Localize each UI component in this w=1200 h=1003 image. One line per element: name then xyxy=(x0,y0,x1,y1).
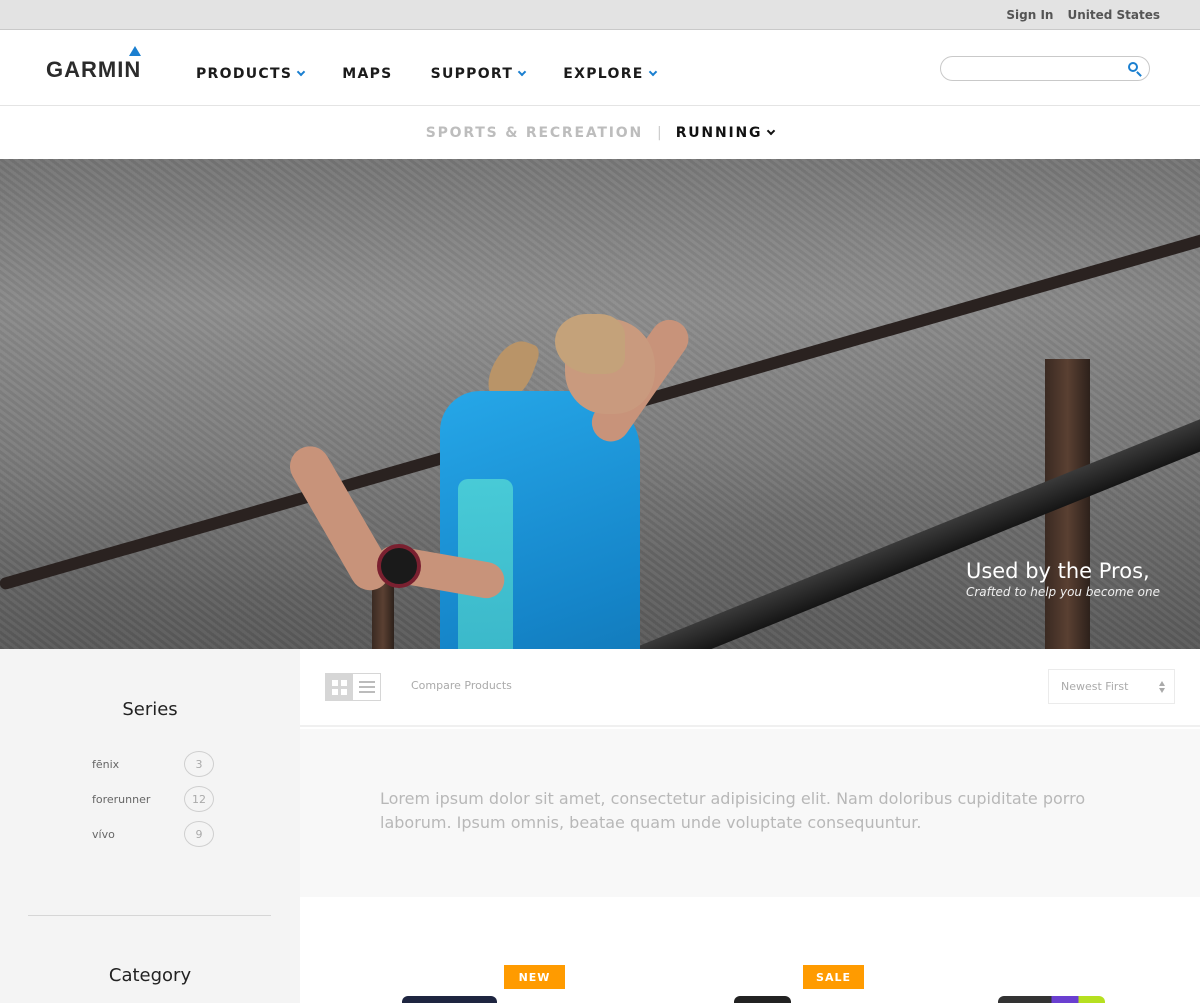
breadcrumb: SPORTS & RECREATION | RUNNING xyxy=(0,106,1200,159)
nav-products-label: PRODUCTS xyxy=(196,66,293,82)
hero-title: Used by the Pros, xyxy=(965,559,1150,583)
chevron-down-icon xyxy=(648,67,657,77)
search-icon[interactable] xyxy=(1128,62,1138,72)
series-heading: Series xyxy=(122,699,178,720)
filter-item-fenix[interactable]: fēnix 3 xyxy=(92,751,214,777)
product-image[interactable] xyxy=(998,996,1105,1003)
filter-label: vívo xyxy=(92,827,115,841)
breadcrumb-sports-recreation[interactable]: SPORTS & RECREATION xyxy=(426,125,643,141)
intro-section: Lorem ipsum dolor sit amet, consectetur … xyxy=(300,729,1200,897)
nav-support-label: SUPPORT xyxy=(430,66,514,82)
hero-caption: Used by the Pros, Crafted to help you be… xyxy=(966,559,1160,599)
nav-support[interactable]: SUPPORT xyxy=(430,66,527,82)
grid-view-icon[interactable] xyxy=(326,674,354,700)
filter-sidebar: Series fēnix 3 forerunner 12 vívo 9 Cate… xyxy=(0,649,300,1003)
product-image[interactable] xyxy=(734,996,791,1003)
filter-count: 9 xyxy=(184,821,214,847)
logo-triangle-icon xyxy=(129,46,141,56)
nav-maps[interactable]: MAPS xyxy=(342,66,392,82)
intro-text: Lorem ipsum dolor sit amet, consectetur … xyxy=(380,789,1086,832)
utility-bar: Sign In United States xyxy=(0,0,1200,30)
breadcrumb-separator: | xyxy=(656,124,662,141)
list-view-icon[interactable] xyxy=(353,674,380,700)
content-area: Series fēnix 3 forerunner 12 vívo 9 Cate… xyxy=(0,649,1200,1003)
hero-banner: Used by the Pros, Crafted to help you be… xyxy=(0,159,1200,649)
sign-in-link[interactable]: Sign In xyxy=(1006,8,1053,22)
hero-watch xyxy=(377,544,421,588)
main-header: GARMIN PRODUCTS MAPS SUPPORT EXPLORE xyxy=(0,30,1200,106)
breadcrumb-running-dropdown[interactable]: RUNNING xyxy=(675,124,776,141)
sort-arrows-icon xyxy=(1159,681,1165,693)
sort-select[interactable]: Newest First xyxy=(1048,669,1175,704)
filter-count: 3 xyxy=(184,751,214,777)
product-listing: Compare Products Newest First Lorem ipsu… xyxy=(300,649,1200,1003)
nav-explore[interactable]: EXPLORE xyxy=(563,66,657,82)
garmin-logo[interactable]: GARMIN xyxy=(46,46,146,86)
chevron-down-icon xyxy=(297,67,306,77)
sidebar-divider xyxy=(28,915,271,916)
product-badge-sale: SALE xyxy=(803,965,864,989)
category-heading: Category xyxy=(108,965,192,986)
search-input[interactable] xyxy=(951,57,1126,80)
product-image[interactable] xyxy=(402,996,497,1003)
nav-maps-label: MAPS xyxy=(342,66,393,82)
region-selector[interactable]: United States xyxy=(1067,8,1160,22)
logo-wordmark: GARMIN xyxy=(46,57,142,82)
main-nav: PRODUCTS MAPS SUPPORT EXPLORE xyxy=(196,66,657,82)
sort-selected-value: Newest First xyxy=(1061,680,1129,693)
filter-label: fēnix xyxy=(92,757,120,771)
chevron-down-icon xyxy=(767,126,776,135)
filter-item-forerunner[interactable]: forerunner 12 xyxy=(92,786,214,812)
hero-subtitle: Crafted to help you become one xyxy=(965,585,1160,599)
breadcrumb-running-label: RUNNING xyxy=(675,124,763,141)
nav-explore-label: EXPLORE xyxy=(563,66,644,82)
filter-label: forerunner xyxy=(92,792,151,806)
product-badge-new: NEW xyxy=(504,965,565,989)
filter-count: 12 xyxy=(184,786,214,812)
search-box xyxy=(940,56,1150,81)
nav-products[interactable]: PRODUCTS xyxy=(196,66,306,82)
listing-toolbar: Compare Products Newest First xyxy=(300,649,1200,727)
filter-item-vivo[interactable]: vívo 9 xyxy=(92,821,214,847)
chevron-down-icon xyxy=(518,67,527,77)
view-toggle xyxy=(325,673,381,701)
compare-products-link[interactable]: Compare Products xyxy=(411,679,512,692)
